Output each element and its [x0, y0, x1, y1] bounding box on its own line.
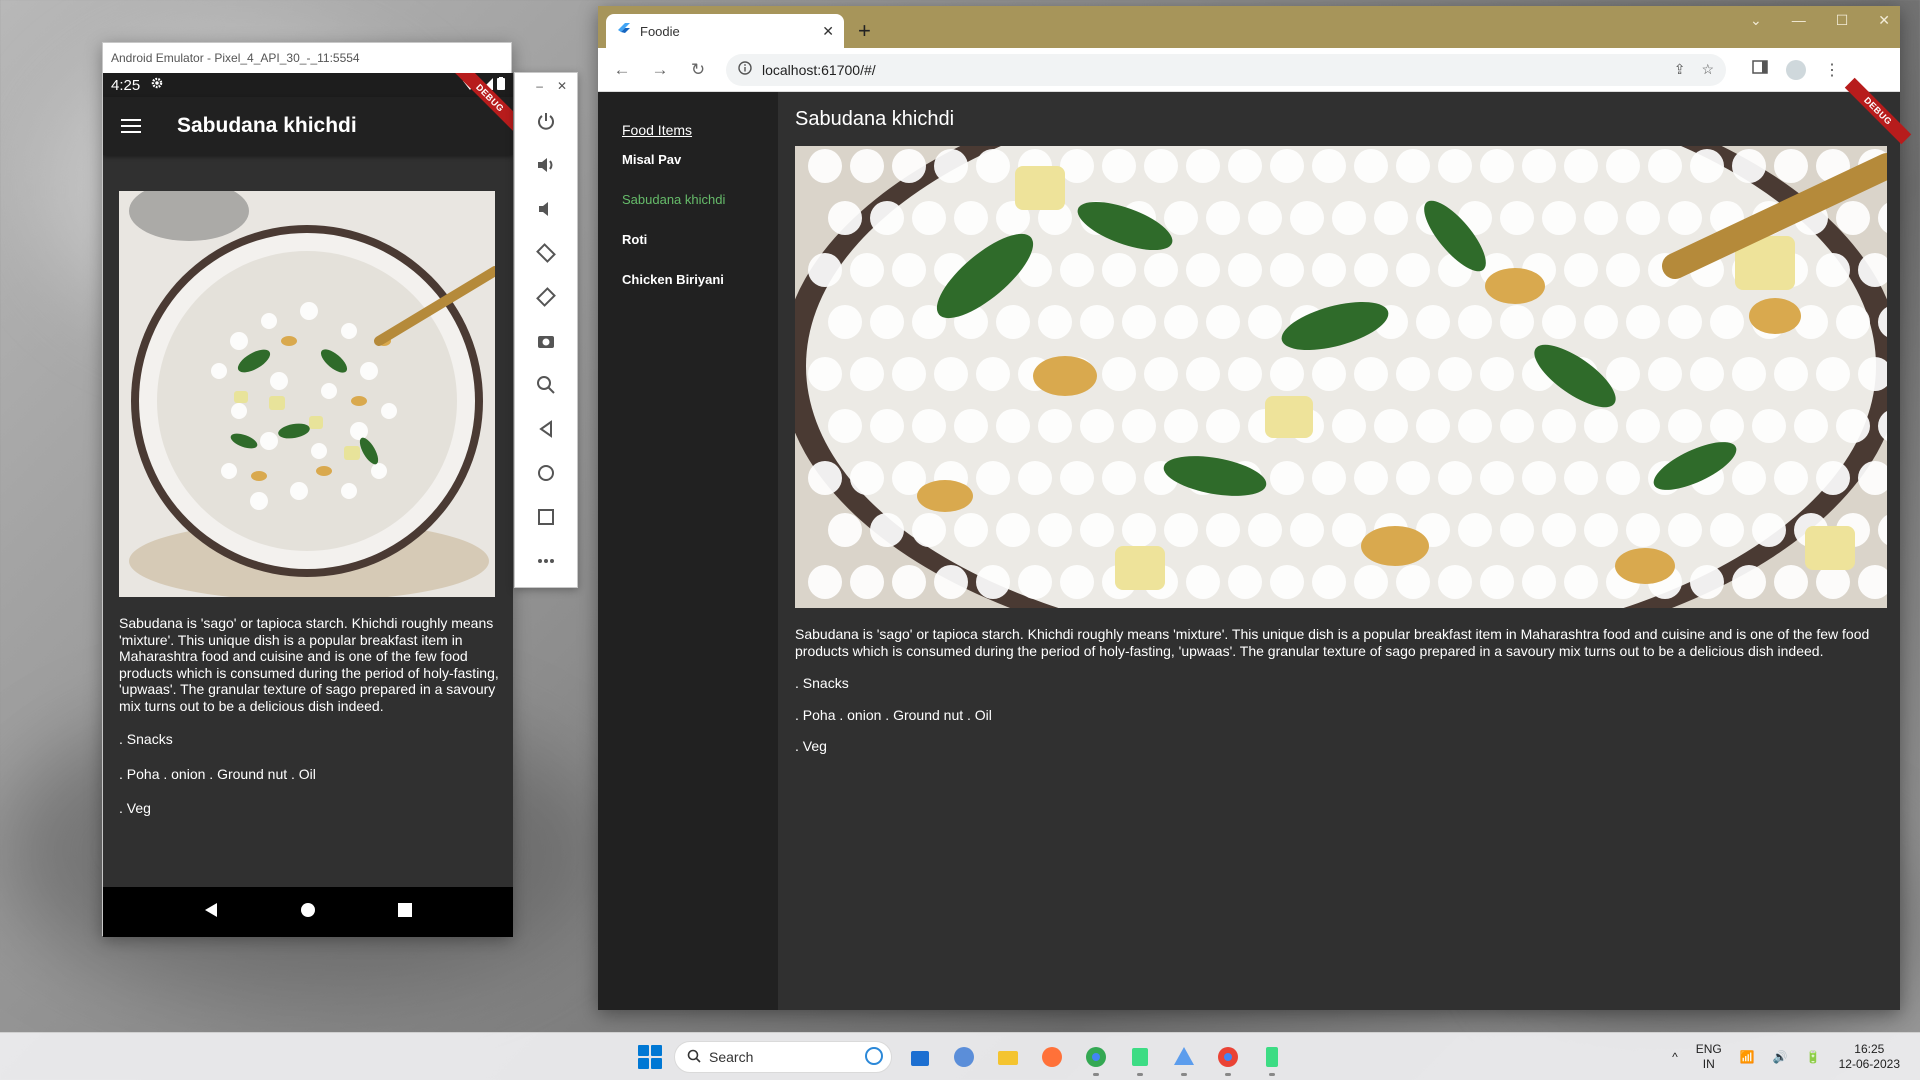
- chrome-menu-icon[interactable]: ⋮: [1824, 60, 1840, 80]
- ingredients: . Poha . onion . Ground nut . Oil: [795, 706, 992, 723]
- phone-navigation-bar: [103, 887, 513, 937]
- chevron-up-icon[interactable]: ^: [1672, 1050, 1678, 1064]
- phone-screen: 4:25 DEBUG Sabudana khichdi Sabudana is …: [103, 73, 513, 937]
- emulator-window: Android Emulator - Pixel_4_API_30_-_11:5…: [102, 42, 513, 937]
- clock-date: 12-06-2023: [1838, 1057, 1900, 1071]
- region: IN: [1702, 1057, 1715, 1071]
- store-icon[interactable]: [904, 1041, 936, 1073]
- power-icon[interactable]: [515, 99, 577, 143]
- status-time: 4:25: [111, 76, 141, 94]
- tab-search-icon[interactable]: ⌄: [1750, 12, 1762, 29]
- window-maximize-icon[interactable]: ☐: [1836, 12, 1849, 29]
- back-icon[interactable]: [515, 407, 577, 451]
- profile-avatar-icon[interactable]: [1786, 59, 1806, 80]
- phone-category: . Snacks: [119, 731, 173, 747]
- side-panel-icon[interactable]: [1752, 59, 1768, 80]
- description-block: Sabudana is 'sago' or tapioca starch. Kh…: [795, 626, 1887, 770]
- flutter-app-icon[interactable]: [1168, 1041, 1200, 1076]
- volume-tray-icon[interactable]: 🔊: [1773, 1050, 1788, 1064]
- language-indicator[interactable]: ENG IN: [1696, 1042, 1722, 1072]
- camera-icon[interactable]: [515, 319, 577, 363]
- battery-icon: [497, 76, 505, 94]
- clock[interactable]: 16:25 12-06-2023: [1839, 1042, 1900, 1072]
- search-icon: [687, 1049, 701, 1066]
- qbittorrent-icon[interactable]: [948, 1041, 980, 1073]
- drawer-header: Food Items: [622, 122, 693, 138]
- overview-icon[interactable]: [515, 495, 577, 539]
- drawer-item-chicken-biriyani[interactable]: Chicken Biriyani: [622, 272, 778, 312]
- zoom-icon[interactable]: [515, 363, 577, 407]
- phone-description: Sabudana is 'sago' or tapioca starch. Kh…: [119, 615, 499, 714]
- more-icon[interactable]: [515, 539, 577, 583]
- food-image-large: [795, 146, 1887, 608]
- settings-icon: [150, 76, 164, 94]
- firefox-icon[interactable]: [1036, 1041, 1068, 1073]
- battery-tray-icon[interactable]: 🔋: [1806, 1050, 1821, 1064]
- tab-foodie[interactable]: Foodie ✕: [606, 14, 844, 48]
- menu-icon[interactable]: [121, 119, 141, 133]
- clock-time: 16:25: [1854, 1042, 1885, 1056]
- window-controls: ⌄ — ☐ ✕: [1750, 12, 1890, 29]
- bookmark-star-icon[interactable]: ☆: [1701, 61, 1714, 78]
- minimize-icon[interactable]: –: [536, 79, 543, 93]
- address-bar[interactable]: localhost:61700/#/ ⇪ ☆: [726, 53, 1726, 86]
- window-close-icon[interactable]: ✕: [1878, 12, 1890, 29]
- new-tab-icon[interactable]: +: [858, 18, 871, 44]
- drawer-item-roti[interactable]: Roti: [622, 232, 778, 272]
- reload-icon[interactable]: ↻: [688, 60, 708, 80]
- drawer-item-sabudana-khichdi[interactable]: Sabudana khichdi: [622, 192, 778, 232]
- side-drawer: Food Items Misal Pav Sabudana khichdi Ro…: [598, 92, 778, 1010]
- category: . Snacks: [795, 675, 849, 691]
- back-arrow-icon[interactable]: ←: [612, 60, 632, 80]
- home-icon[interactable]: [515, 451, 577, 495]
- tab-close-icon[interactable]: ✕: [822, 23, 834, 40]
- url-text: localhost:61700/#/: [762, 61, 876, 78]
- system-tray: ^ ENG IN 📶 🔊 🔋 16:25 12-06-2023: [1672, 1033, 1900, 1080]
- phone-diet: . Veg: [119, 800, 151, 816]
- emulator-app-icon[interactable]: [1256, 1041, 1288, 1076]
- browser-window: Foodie ✕ + ⌄ — ☐ ✕ ← → ↻ localhost:61700…: [598, 6, 1912, 1010]
- phone-app-bar: Sabudana khichdi: [103, 97, 513, 155]
- chrome-icon[interactable]: [1080, 1041, 1112, 1076]
- wifi-tray-icon[interactable]: 📶: [1740, 1050, 1755, 1064]
- toolbar: ← → ↻ localhost:61700/#/ ⇪ ☆ ⋮: [598, 48, 1900, 92]
- taskbar-apps: [904, 1041, 1288, 1076]
- description: Sabudana is 'sago' or tapioca starch. Kh…: [795, 626, 1870, 659]
- flutter-icon: [618, 22, 630, 40]
- diet: . Veg: [795, 738, 827, 754]
- phone-app-title: Sabudana khichdi: [177, 114, 357, 137]
- emulator-toolbar: – ✕: [514, 72, 578, 588]
- close-icon[interactable]: ✕: [557, 79, 567, 93]
- forward-arrow-icon[interactable]: →: [650, 60, 670, 80]
- window-minimize-icon[interactable]: —: [1792, 12, 1806, 29]
- volume-up-icon[interactable]: [515, 143, 577, 187]
- tab-strip: Foodie ✕ + ⌄ — ☐ ✕: [598, 6, 1900, 48]
- chrome-profile-icon[interactable]: [1212, 1041, 1244, 1076]
- page-title: Sabudana khichdi: [795, 108, 955, 130]
- phone-description-block: Sabudana is 'sago' or tapioca starch. Kh…: [119, 615, 499, 835]
- android-studio-icon[interactable]: [1124, 1041, 1156, 1076]
- phone-status-bar: 4:25: [103, 73, 513, 97]
- web-app: Food Items Misal Pav Sabudana khichdi Ro…: [598, 77, 1912, 1010]
- volume-down-icon[interactable]: [515, 187, 577, 231]
- bing-icon[interactable]: [865, 1046, 883, 1068]
- nav-home-icon[interactable]: [300, 902, 316, 923]
- tab-title: Foodie: [640, 23, 680, 39]
- phone-ingredients: . Poha . onion . Ground nut . Oil: [119, 765, 316, 782]
- rotate-left-icon[interactable]: [515, 231, 577, 275]
- search-placeholder: Search: [709, 1049, 754, 1065]
- food-image: [119, 191, 495, 597]
- share-icon[interactable]: ⇪: [1674, 61, 1686, 78]
- emulator-title: Android Emulator - Pixel_4_API_30_-_11:5…: [103, 43, 511, 73]
- start-button[interactable]: [638, 1045, 662, 1069]
- taskbar-search[interactable]: Search: [674, 1041, 892, 1073]
- file-explorer-icon[interactable]: [992, 1041, 1024, 1073]
- nav-overview-icon[interactable]: [397, 902, 413, 923]
- drawer-item-misal-pav[interactable]: Misal Pav: [622, 152, 778, 192]
- site-info-icon[interactable]: [738, 61, 752, 78]
- language: ENG: [1695, 1042, 1722, 1056]
- nav-back-icon[interactable]: [203, 902, 219, 923]
- taskbar: Search ^ ENG IN 📶 🔊 🔋 16:25 12-06-2023: [0, 1032, 1920, 1080]
- rotate-right-icon[interactable]: [515, 275, 577, 319]
